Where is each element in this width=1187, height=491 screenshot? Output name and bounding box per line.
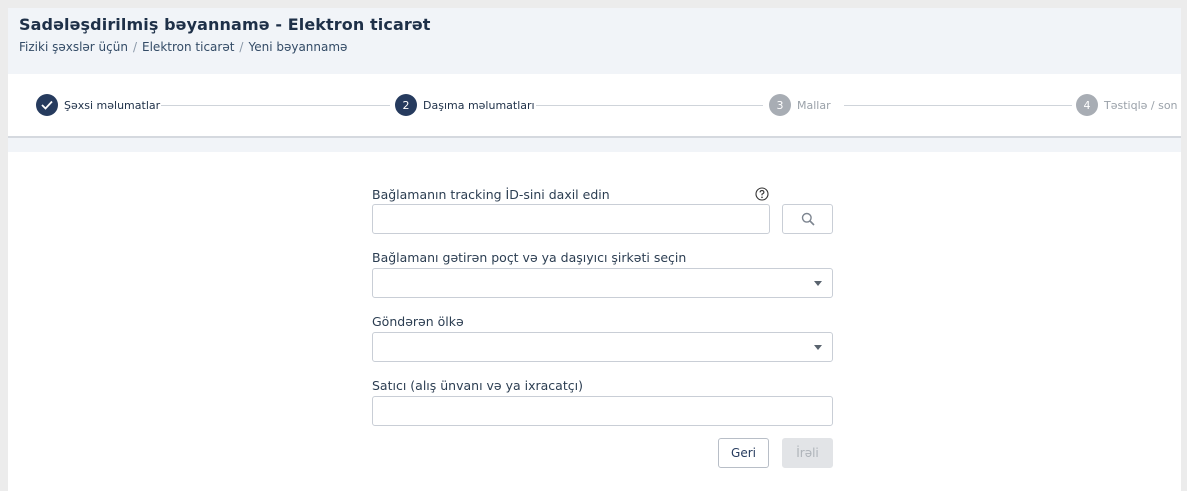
chevron-down-icon xyxy=(814,345,822,350)
breadcrumb-item-individuals[interactable]: Fiziki şəxslər üçün xyxy=(19,40,128,54)
seller-input[interactable] xyxy=(372,396,833,426)
step-label: Təstiqlə / son xyxy=(1104,98,1178,112)
step-shipping-info[interactable]: 2 Daşıma məlumatları xyxy=(395,93,535,117)
carrier-label: Bağlamanı gətirən poçt və ya daşıyıcı şi… xyxy=(372,250,687,265)
step-connector xyxy=(844,105,1072,106)
tracking-id-label: Bağlamanın tracking İD-sini daxil edin xyxy=(372,187,610,202)
step-personal-info[interactable]: Şəxsi məlumatlar xyxy=(36,93,160,117)
step-connector xyxy=(161,105,390,106)
sender-country-select[interactable] xyxy=(372,332,833,362)
step-number: 3 xyxy=(769,94,791,116)
back-button[interactable]: Geri xyxy=(718,438,769,468)
next-button[interactable]: İrəli xyxy=(782,438,833,468)
section-divider-band xyxy=(8,138,1181,152)
seller-label: Satıcı (alış ünvanı və ya ixracatçı) xyxy=(372,378,583,393)
step-number: 4 xyxy=(1076,94,1098,116)
carrier-select[interactable] xyxy=(372,268,833,298)
stepper: Şəxsi məlumatlar 2 Daşıma məlumatları 3 … xyxy=(8,74,1181,138)
breadcrumb-separator: / xyxy=(132,40,138,54)
tracking-id-input[interactable] xyxy=(372,204,770,234)
breadcrumb: Fiziki şəxslər üçün / Elektron ticarət / Yen… xyxy=(19,40,347,54)
step-label: Mallar xyxy=(797,98,831,112)
search-icon xyxy=(801,212,815,226)
breadcrumb-item-new-declaration: Yeni bəyannamə xyxy=(248,40,348,54)
chevron-down-icon xyxy=(814,281,822,286)
step-number: 2 xyxy=(395,94,417,116)
breadcrumb-item-ecommerce[interactable]: Elektron ticarət xyxy=(142,40,234,54)
step-label: Şəxsi məlumatlar xyxy=(64,98,161,112)
page-title: Sadələşdirilmiş bəyannamə - Elektron tic… xyxy=(19,15,431,34)
step-label: Daşıma məlumatları xyxy=(423,98,535,112)
step-goods[interactable]: 3 Mallar xyxy=(769,93,831,117)
question-circle-icon[interactable] xyxy=(755,187,769,201)
checkmark-icon xyxy=(36,94,58,116)
page-header: Sadələşdirilmiş bəyannamə - Elektron tic… xyxy=(8,8,1181,74)
search-button[interactable] xyxy=(782,204,833,234)
step-connector xyxy=(536,105,763,106)
step-confirm[interactable]: 4 Təstiqlə / son xyxy=(1076,93,1178,117)
sender-country-label: Göndərən ölkə xyxy=(372,314,464,329)
breadcrumb-separator: / xyxy=(239,40,244,54)
